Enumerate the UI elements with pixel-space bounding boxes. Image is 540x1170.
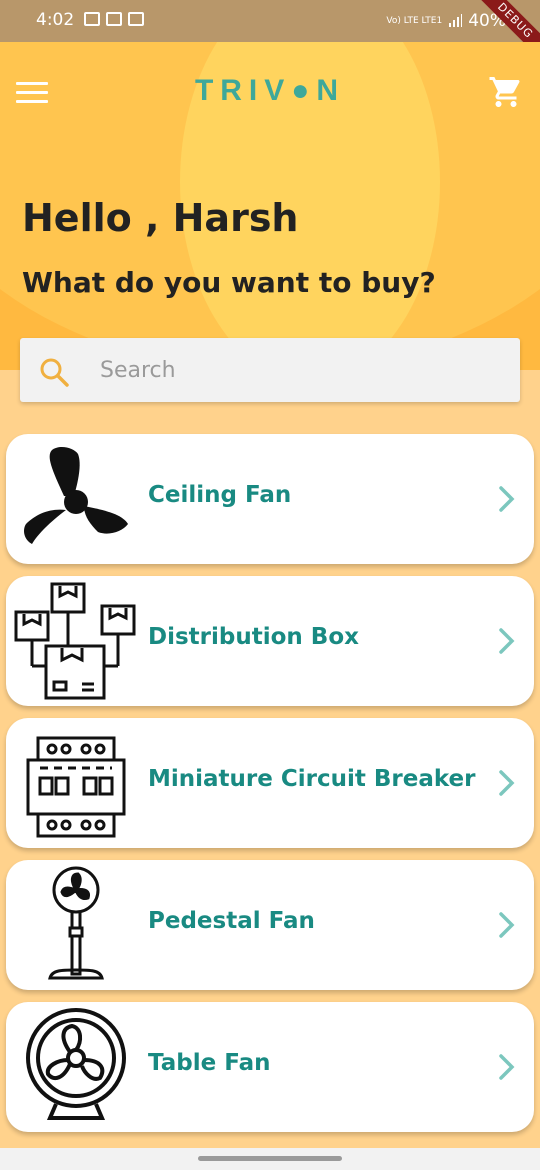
list-item[interactable]: Table Fan (6, 1002, 534, 1132)
list-item[interactable]: Pedestal Fan (6, 860, 534, 990)
pedestal-fan-icon (48, 866, 104, 980)
laptop-icon (106, 12, 122, 26)
signal-icon (449, 14, 463, 27)
category-label: Pedestal Fan (148, 908, 315, 934)
video-icon (84, 12, 100, 26)
chevron-right-icon (499, 628, 515, 654)
chevron-right-icon (499, 486, 515, 512)
chevron-right-icon (499, 1054, 515, 1080)
ceiling-fan-icon (24, 447, 128, 544)
search-placeholder: Search (100, 358, 176, 383)
status-time: 4:02 (36, 10, 75, 30)
list-item[interactable]: Distribution Box (6, 576, 534, 706)
network-indicator: Vo) LTE LTE1 (386, 15, 443, 26)
circuit-breaker-icon (26, 736, 126, 838)
chevron-right-icon (499, 770, 515, 796)
wallet-icon (128, 12, 144, 26)
category-label: Miniature Circuit Breaker (148, 766, 476, 792)
status-bar: 4:02 Vo) LTE LTE1 40% DEBUG (0, 0, 540, 67)
app-logo: TRIV●N (194, 74, 346, 107)
greeting-subtitle: What do you want to buy? (22, 266, 436, 299)
status-right: Vo) LTE LTE1 40% (386, 11, 506, 31)
chevron-right-icon (499, 912, 515, 938)
category-label: Ceiling Fan (148, 482, 292, 508)
category-label: Distribution Box (148, 624, 359, 650)
category-label: Table Fan (148, 1050, 271, 1076)
home-gesture-handle[interactable] (198, 1156, 342, 1161)
table-fan-icon (26, 1008, 126, 1120)
list-item[interactable]: Ceiling Fan (6, 434, 534, 564)
search-icon (40, 358, 69, 387)
notification-icons (84, 12, 144, 26)
navigation-bar (0, 1148, 540, 1170)
greeting-title: Hello , Harsh (22, 196, 299, 240)
distribution-box-icon (14, 582, 136, 700)
list-item[interactable]: Miniature Circuit Breaker (6, 718, 534, 848)
shopping-cart-icon[interactable] (488, 74, 524, 110)
search-input[interactable]: Search (20, 338, 520, 402)
